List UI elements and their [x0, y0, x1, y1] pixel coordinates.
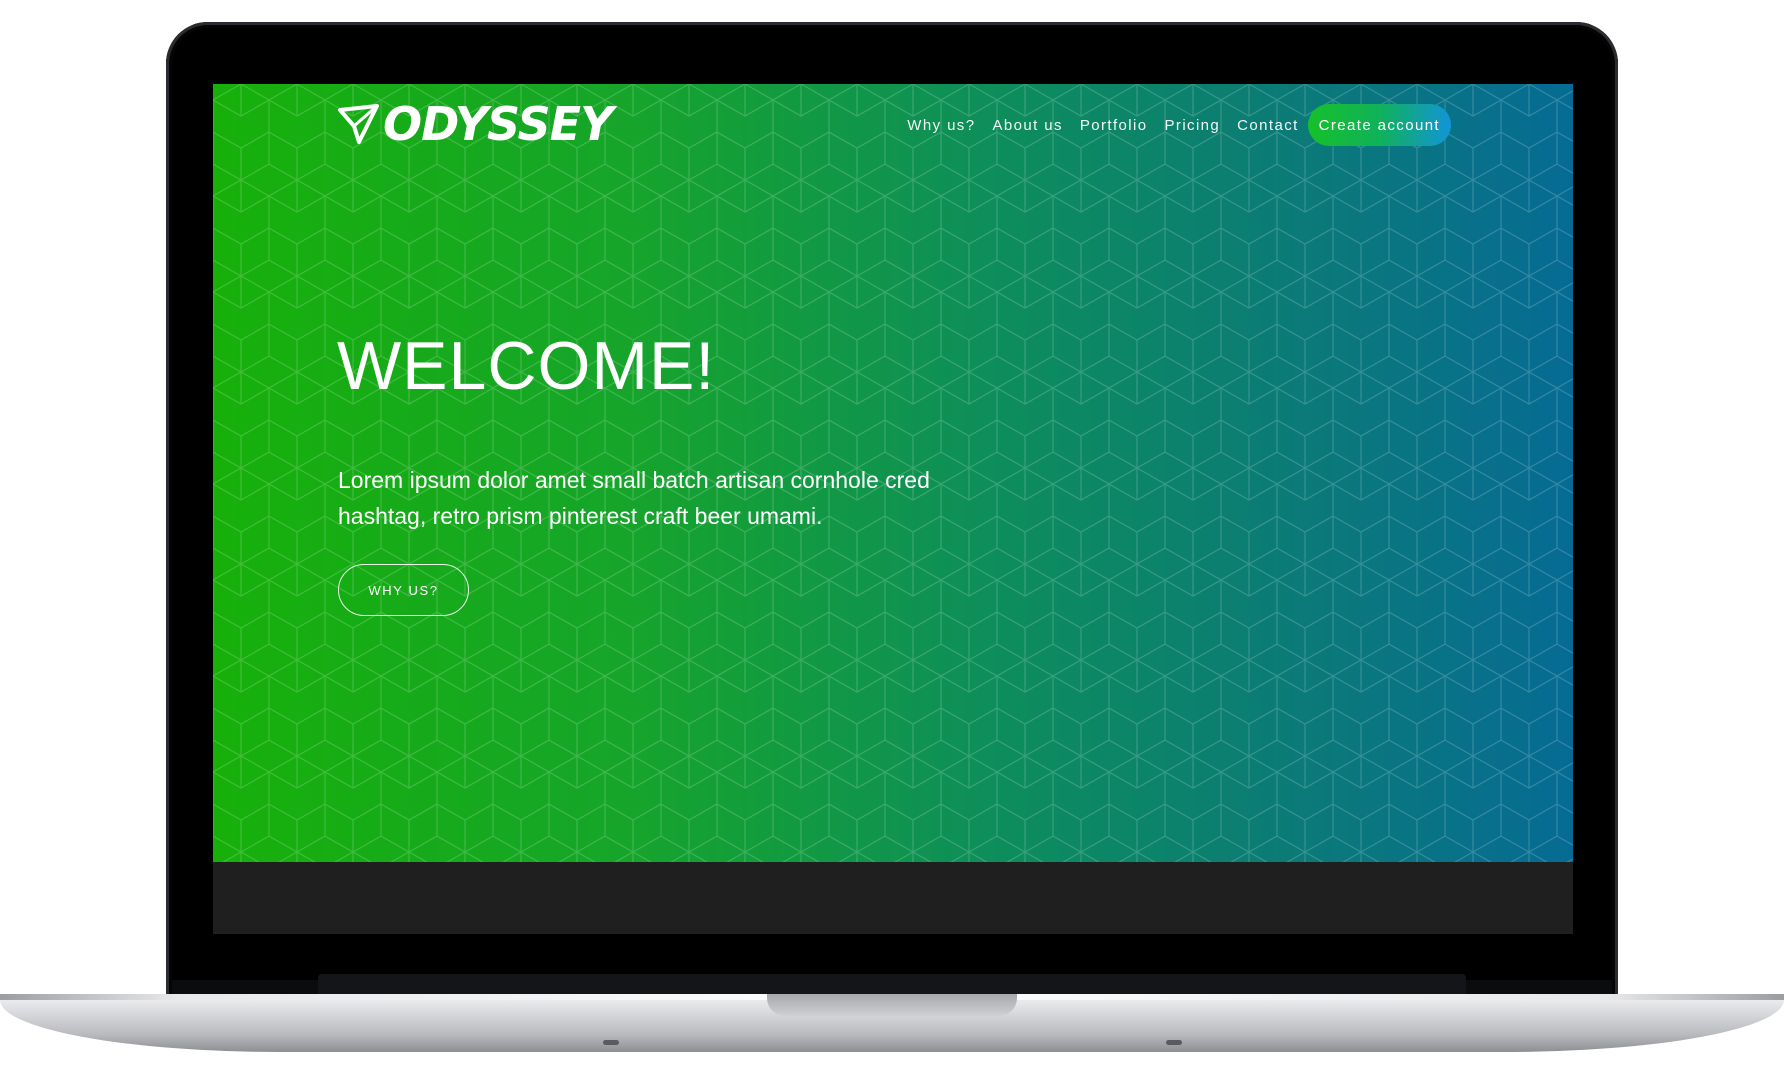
- why-us-button[interactable]: WHY US?: [338, 564, 469, 616]
- laptop-foot-left: [603, 1040, 619, 1045]
- dark-section-strip: [213, 862, 1573, 934]
- hero-section: ODYSSEY Why us? About us Portfolio Prici…: [213, 84, 1573, 862]
- hero-title: WELCOME!: [337, 328, 716, 404]
- main-nav: Why us? About us Portfolio Pricing Conta…: [890, 102, 1451, 148]
- nav-link-contact[interactable]: Contact: [1237, 117, 1299, 134]
- laptop-thumb-notch: [767, 994, 1017, 1016]
- hero-description: Lorem ipsum dolor amet small batch artis…: [338, 467, 930, 529]
- paper-plane-icon: [338, 104, 379, 144]
- brand-logo[interactable]: ODYSSEY: [337, 97, 613, 151]
- nav-link-pricing[interactable]: Pricing: [1165, 117, 1221, 134]
- brand-name: ODYSSEY: [383, 97, 613, 151]
- laptop-hinge: [318, 974, 1466, 994]
- create-account-button[interactable]: Create account: [1307, 104, 1451, 146]
- laptop-screen: ODYSSEY Why us? About us Portfolio Prici…: [213, 84, 1573, 934]
- nav-link-portfolio[interactable]: Portfolio: [1080, 117, 1148, 134]
- laptop-mockup: ODYSSEY Why us? About us Portfolio Prici…: [0, 0, 1784, 1069]
- nav-link-about-us[interactable]: About us: [992, 117, 1062, 134]
- laptop-foot-right: [1166, 1040, 1182, 1045]
- nav-link-why-us[interactable]: Why us?: [907, 117, 975, 134]
